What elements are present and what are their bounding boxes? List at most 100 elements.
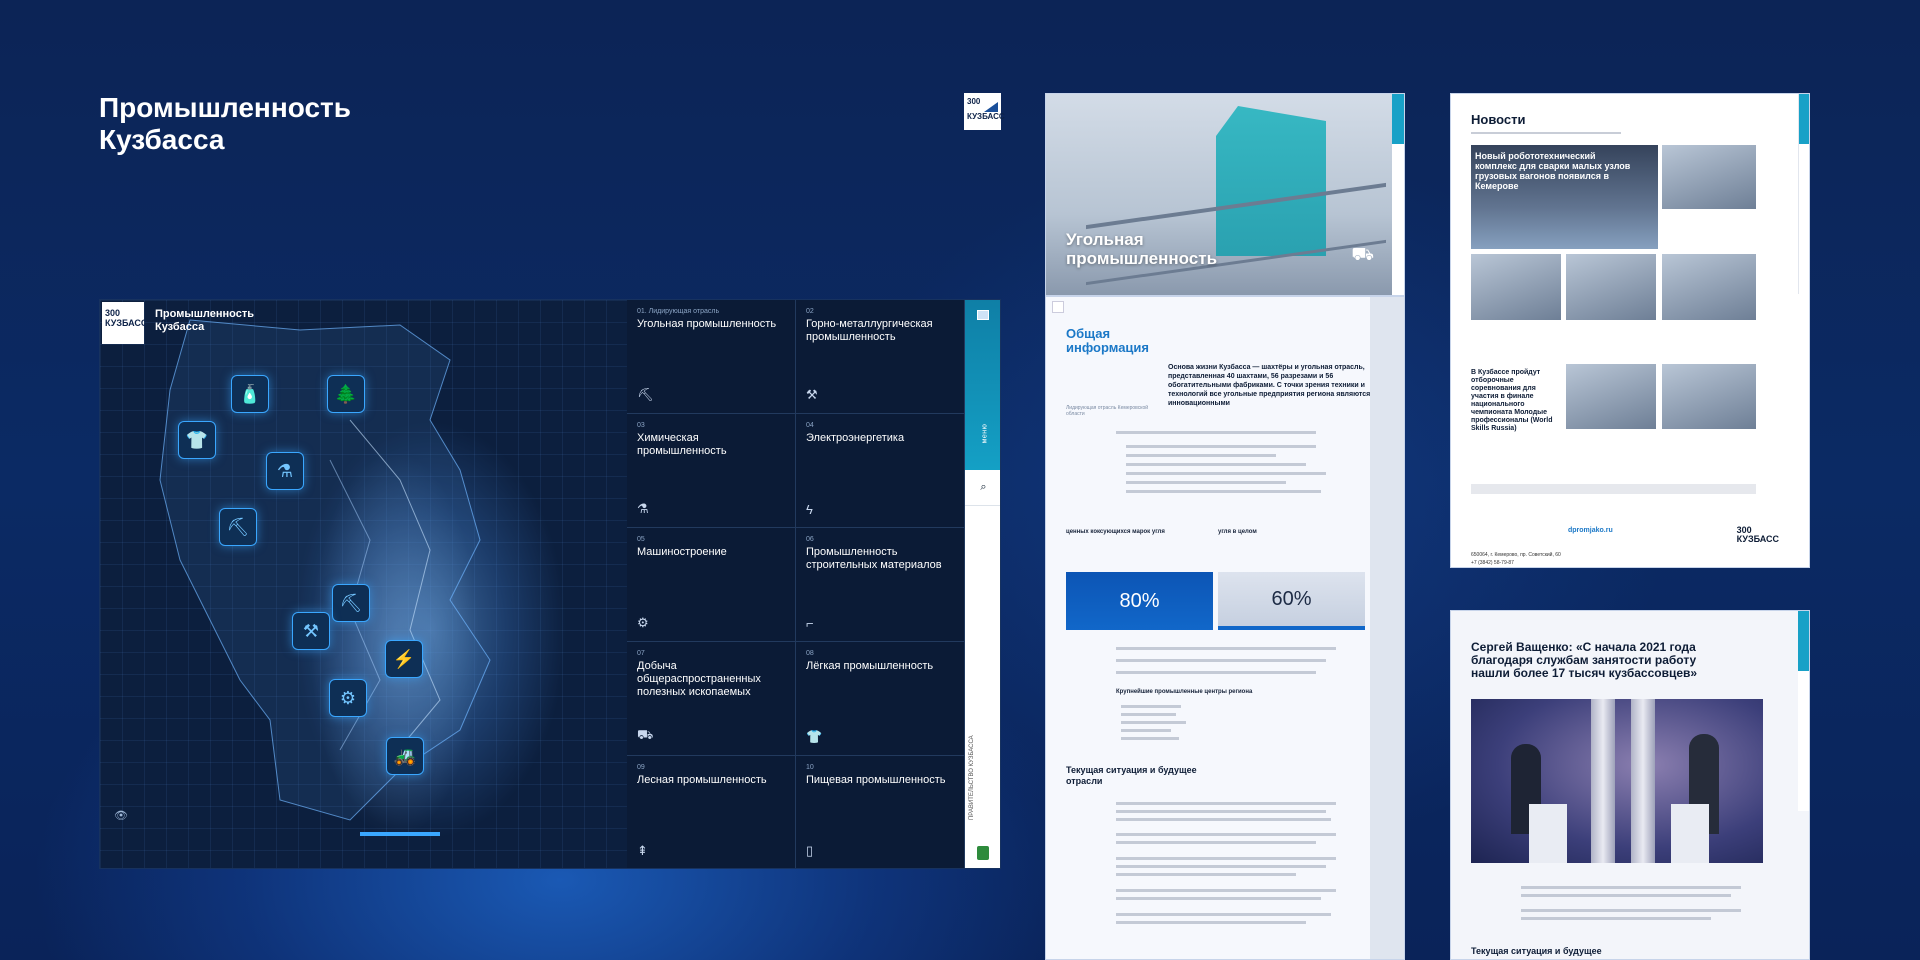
item-label: Электроэнергетика bbox=[806, 432, 905, 444]
item-number: 04 bbox=[806, 422, 814, 429]
item-label: Промышленность строительных материалов bbox=[806, 546, 942, 571]
item-label: Горно-металлургическая промышленность bbox=[806, 318, 933, 343]
article-sidebar bbox=[1798, 611, 1809, 811]
metal-icon: ⚒ bbox=[806, 387, 818, 402]
emblem-icon bbox=[977, 846, 989, 860]
item-label: Добыча общераспространенных полезных иск… bbox=[637, 660, 761, 698]
main-logo-number: 300 bbox=[105, 308, 121, 318]
industry-item-mining[interactable]: 07 Добыча общераспространенных полезных и… bbox=[627, 642, 796, 756]
eye-icon[interactable]: 👁 bbox=[114, 809, 128, 822]
region-map: 300 КУЗБАСС Промышленность Кузбасса 🧴 🌲 👕… bbox=[100, 300, 627, 868]
industry-item-energy[interactable]: 04 Электроэнергетика ϟ bbox=[796, 414, 965, 528]
footer-phone: +7 (3842) 58-79-87 bbox=[1471, 560, 1514, 566]
footer-logo-text: КУЗБАСС bbox=[1736, 534, 1779, 544]
info-sidebar bbox=[1370, 297, 1404, 959]
metric-label-2: угля в целом bbox=[1218, 529, 1257, 535]
item-label: Пищевая промышленность bbox=[806, 774, 946, 786]
bolt-icon: ϟ bbox=[806, 502, 813, 517]
info-lead: Основа жизни Кузбасса — шахтёры и угольн… bbox=[1168, 364, 1371, 407]
item-label: Лесная промышленность bbox=[637, 774, 767, 786]
worldskills-news[interactable]: В Кузбассе пройдут отборочные соревнован… bbox=[1471, 369, 1561, 433]
item-number: 06 bbox=[806, 536, 814, 543]
item-number: 09 bbox=[637, 764, 645, 771]
site-link[interactable]: dpromjako.ru bbox=[1568, 527, 1613, 534]
bottle-icon: ▯ bbox=[806, 843, 814, 858]
article-subheading: Текущая ситуация и будущее bbox=[1471, 946, 1602, 956]
item-label: Лёгкая промышленность bbox=[806, 660, 934, 672]
industry-item-forest[interactable]: 09 Лесная промышленность ⇞ bbox=[627, 756, 796, 868]
news-screen: Новости Новый робототехнический комплекс… bbox=[1450, 93, 1810, 568]
metric-value-1: 80% bbox=[1066, 572, 1213, 630]
logo-number: 300 bbox=[967, 97, 981, 106]
article-title: Сергей Ващенко: «С начала 2021 года благ… bbox=[1471, 640, 1698, 680]
info-subtitle: Лидирующая отрасль Кемеровской области bbox=[1066, 405, 1149, 417]
shirt-icon[interactable]: 👕 bbox=[178, 421, 216, 459]
industry-item-coal[interactable]: 01. Лидирующая отрасль Угольная промышлен… bbox=[627, 300, 796, 414]
metric-label-1: ценных коксующихся марок угля bbox=[1066, 529, 1165, 535]
excavator-icon: ⛟ bbox=[637, 727, 654, 742]
shirt-icon: 👕 bbox=[806, 729, 823, 744]
item-label: Машиностроение bbox=[637, 546, 727, 558]
item-label: Угольная промышленность bbox=[637, 318, 777, 330]
industry-map-screen: 300 КУЗБАСС Промышленность Кузбасса 🧴 🌲 👕… bbox=[99, 299, 1001, 869]
article-screen: Сергей Ващенко: «С начала 2021 года благ… bbox=[1450, 610, 1810, 960]
flask-icon[interactable]: ⚗ bbox=[266, 452, 304, 490]
right-sidebar: меню ⌕ ПРАВИТЕЛЬСТВО КУЗБАССА bbox=[965, 300, 1000, 868]
industry-item-chemical[interactable]: 03 Химическая промышленность ⚗ bbox=[627, 414, 796, 528]
industry-item-machinery[interactable]: 05 Машиностроение ⚙ bbox=[627, 528, 796, 642]
tree-icon: ⇞ bbox=[637, 843, 648, 858]
industry-item-light[interactable]: 08 Лёгкая промышленность 👕 bbox=[796, 642, 965, 756]
info-logo bbox=[1052, 301, 1064, 313]
trowel-icon[interactable]: ⛏ bbox=[219, 508, 257, 546]
search-icon[interactable]: ⌕ bbox=[965, 470, 1000, 506]
bottle-icon[interactable]: 🧴 bbox=[231, 375, 269, 413]
menu-button[interactable]: меню bbox=[965, 300, 1000, 470]
general-info-screen: Общая информация Основа жизни Кузбасса —… bbox=[1045, 296, 1405, 960]
coal-icon[interactable]: ⚒ bbox=[292, 612, 330, 650]
item-number: 05 bbox=[637, 536, 645, 543]
menu-square-icon bbox=[977, 310, 989, 320]
item-number: 08 bbox=[806, 650, 814, 657]
news-photo[interactable] bbox=[1566, 364, 1656, 429]
item-number: 03 bbox=[637, 422, 645, 429]
footer-address: 650064, г. Кемерово, пр. Советский, 60 bbox=[1471, 552, 1561, 558]
item-number: 07 bbox=[637, 650, 645, 657]
info-heading: Общая информация bbox=[1066, 326, 1150, 355]
industry-item-food[interactable]: 10 Пищевая промышленность ▯ bbox=[796, 756, 965, 868]
gear-icon: ⚙ bbox=[637, 615, 649, 630]
item-number: 10 bbox=[806, 764, 814, 771]
situation-heading: Текущая ситуация и будущее отрасли bbox=[1066, 765, 1197, 786]
main-logo[interactable]: 300 КУЗБАСС bbox=[102, 302, 148, 344]
main-header-title: Промышленность Кузбасса bbox=[155, 308, 254, 333]
featured-news[interactable]: Новый робототехнический комплекс для сва… bbox=[1471, 145, 1658, 249]
featured-news-title: Новый робототехнический комплекс для сва… bbox=[1475, 151, 1631, 191]
industry-item-building[interactable]: 06 Промышленность строительных материалов… bbox=[796, 528, 965, 642]
government-label: ПРАВИТЕЛЬСТВО КУЗБАССА bbox=[969, 735, 975, 820]
excavator-icon[interactable]: 🚜 bbox=[386, 737, 424, 775]
news-photo[interactable] bbox=[1662, 254, 1756, 320]
gear-icon[interactable]: ⚙ bbox=[329, 679, 367, 717]
metric-value-2: 60% bbox=[1218, 572, 1365, 630]
item-number: 01. Лидирующая отрасль bbox=[637, 308, 720, 315]
coal-icon: ⛏ bbox=[637, 387, 654, 402]
menu-label: меню bbox=[981, 423, 989, 444]
flask-icon: ⚗ bbox=[637, 501, 649, 516]
footer-logo: 300 КУЗБАСС bbox=[1737, 526, 1779, 544]
tree-icon[interactable]: 🌲 bbox=[327, 375, 365, 413]
industry-item-metal[interactable]: 02 Горно-металлургическая промышленность ⚒ bbox=[796, 300, 965, 414]
news-photo[interactable] bbox=[1471, 254, 1561, 320]
bolt-icon[interactable]: ⚡ bbox=[385, 640, 423, 678]
main-logo-text: КУЗБАСС bbox=[105, 318, 148, 328]
centers-heading: Крупнейшие промышленные центры региона bbox=[1116, 689, 1253, 695]
industry-menu: 01. Лидирующая отрасль Угольная промышлен… bbox=[627, 300, 965, 868]
coal-industry-screen: Угольная промышленность ⛟ bbox=[1045, 93, 1405, 296]
page-title: Промышленность Кузбасса bbox=[99, 92, 351, 155]
article-photo bbox=[1471, 699, 1763, 863]
metal-icon[interactable]: ⛏ bbox=[332, 584, 370, 622]
item-number: 02 bbox=[806, 308, 814, 315]
news-photo[interactable] bbox=[1662, 145, 1756, 209]
news-photo[interactable] bbox=[1662, 364, 1756, 429]
news-photo[interactable] bbox=[1566, 254, 1656, 320]
logo-text: КУЗБАСС bbox=[967, 112, 1005, 121]
news-heading: Новости bbox=[1471, 112, 1526, 127]
